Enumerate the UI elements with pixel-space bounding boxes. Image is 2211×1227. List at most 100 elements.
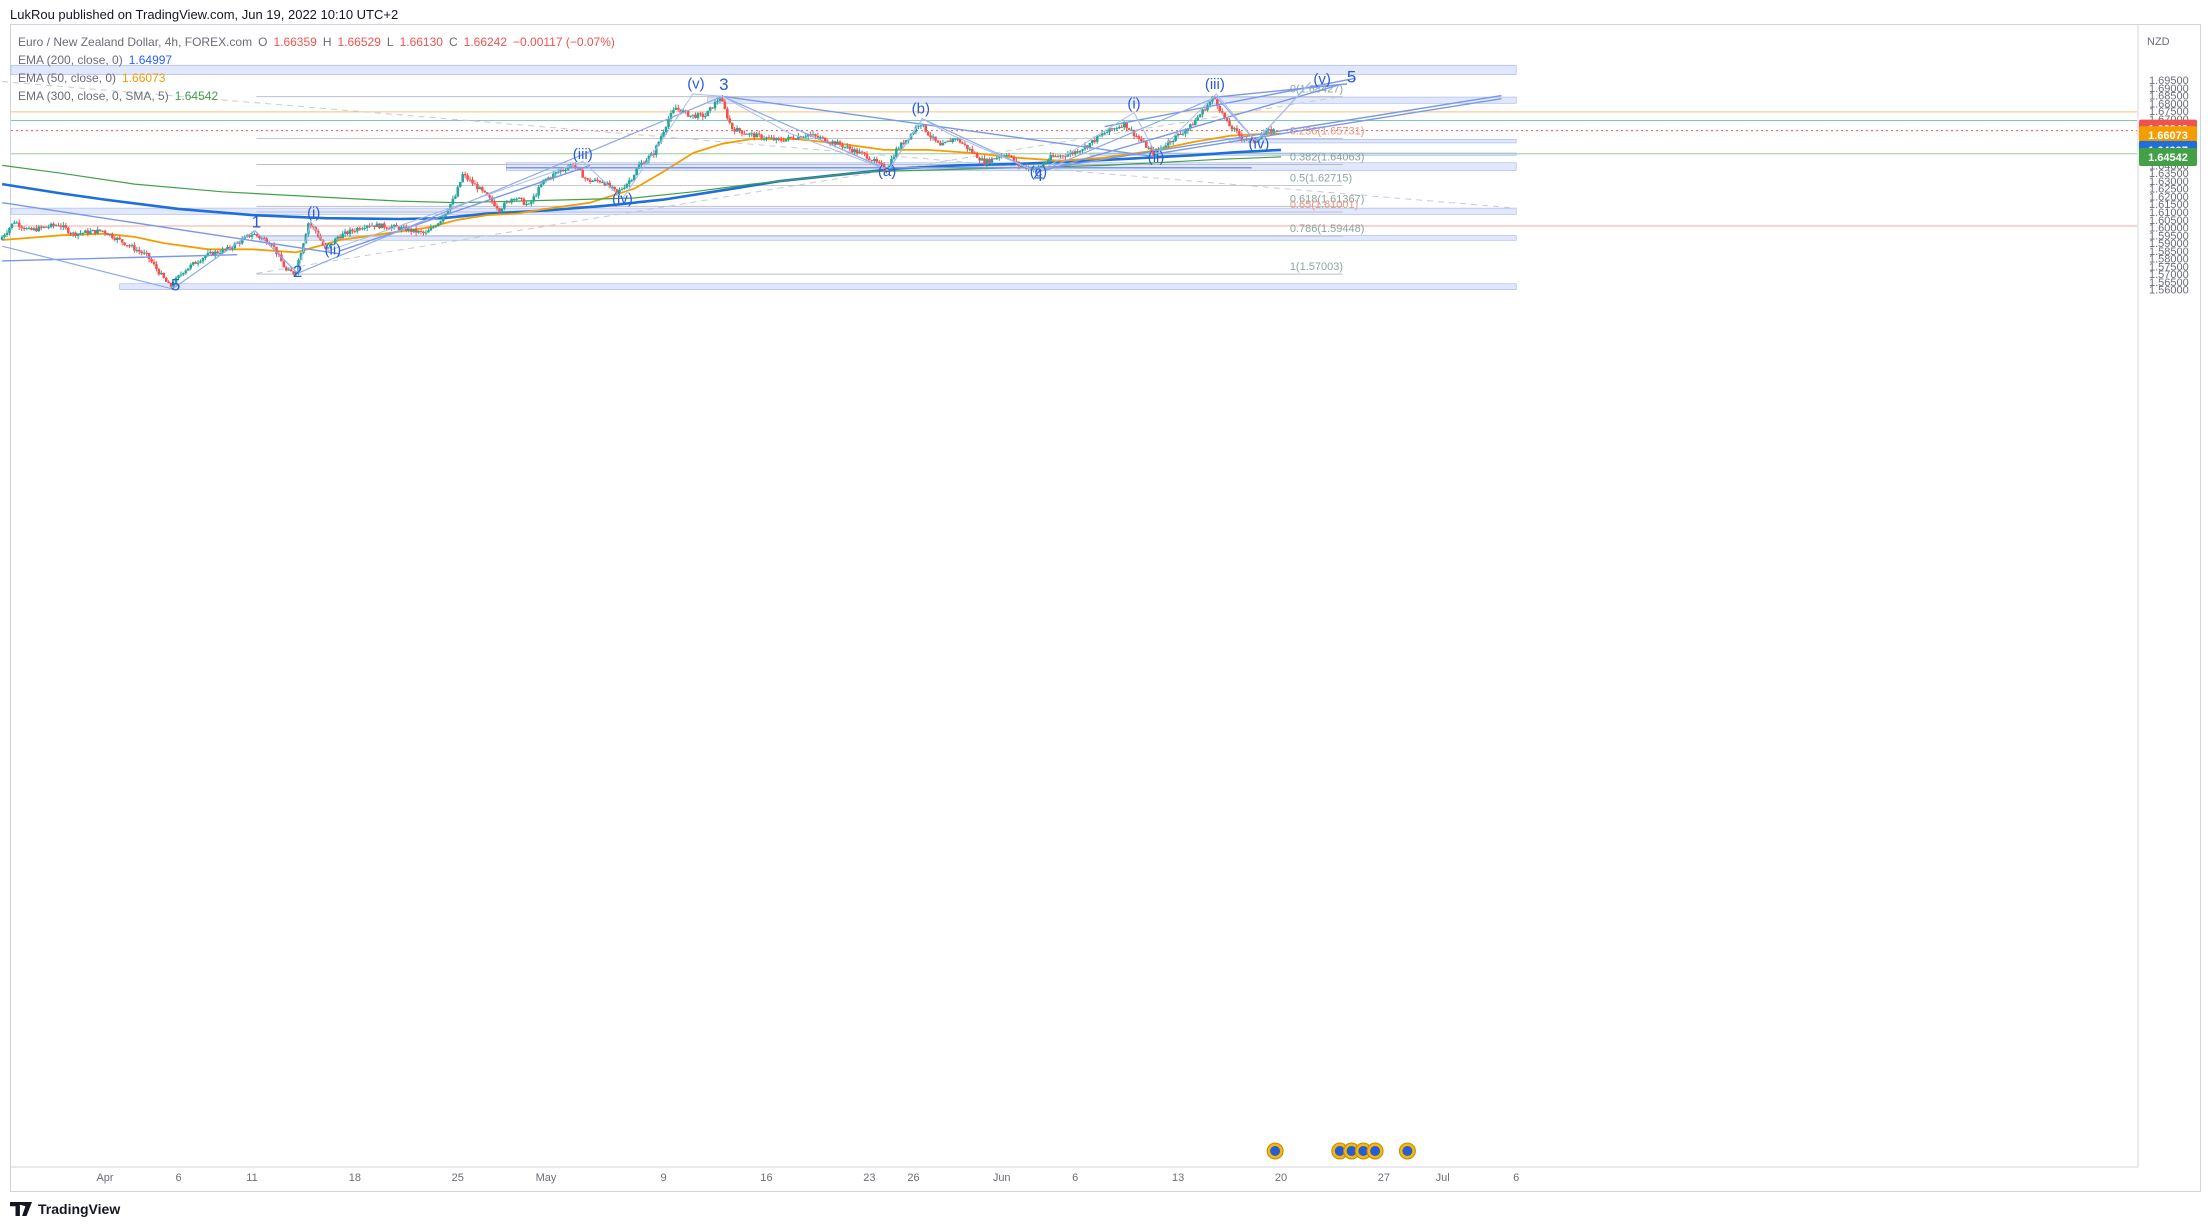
event-icon-inner-4 (1370, 1146, 1381, 1156)
time-tick-6: 9 (661, 1172, 667, 1184)
candle-body-431 (1056, 156, 1060, 158)
candle-body-195 (478, 187, 482, 190)
legend-ema200[interactable]: EMA (200, close, 0) 1.64997 (18, 51, 615, 69)
candle-body-393 (963, 143, 967, 145)
candle-body-207 (507, 201, 511, 203)
low-value: 1.66130 (399, 35, 443, 49)
candle-body-364 (892, 156, 896, 159)
candle-body-347 (850, 148, 854, 153)
candle-body-395 (968, 148, 972, 150)
time-tick-1: 6 (175, 1172, 181, 1184)
candle-body-318 (779, 139, 783, 141)
candle-body-493 (1208, 101, 1212, 106)
candle-body-390 (956, 138, 959, 140)
candle-body-430 (1054, 156, 1057, 158)
candle-body-356 (873, 158, 876, 161)
candle-body-321 (787, 136, 790, 140)
candle-body-9 (22, 227, 26, 230)
candle-body-78 (191, 262, 195, 265)
candle-body-178 (436, 223, 440, 227)
candle-body-345 (846, 146, 849, 148)
candle-body-206 (505, 201, 509, 203)
tradingview-footer[interactable]: TradingView (10, 1197, 120, 1221)
candle-body-168 (412, 228, 415, 232)
candle-body-349 (855, 149, 859, 154)
candle-body-275 (674, 107, 678, 111)
candle-body-103 (253, 234, 256, 236)
candle-body-274 (672, 110, 675, 114)
legend-ema50[interactable]: EMA (50, close, 0) 1.66073 (18, 69, 615, 87)
legend-ema300[interactable]: EMA (300, close, 0, SMA, 5) 1.64542 (18, 87, 615, 105)
candle-body-5 (13, 222, 16, 224)
wave-label-2: 2 (293, 262, 302, 281)
candle-body-227 (556, 171, 560, 173)
candle-body-465 (1140, 138, 1143, 142)
candle-body-20 (49, 223, 53, 227)
price-labels: 1.662421.660731.649971.64542 (2139, 119, 2197, 166)
candle-body-11 (27, 228, 31, 230)
candle-body-171 (419, 230, 423, 232)
candle-body-502 (1230, 126, 1234, 130)
candle-body-299 (733, 128, 736, 132)
time-tick-14: 27 (1378, 1172, 1390, 1184)
candle-body-166 (407, 228, 411, 232)
candle-body-157 (385, 227, 389, 229)
candle-body-28 (69, 233, 72, 235)
ema50-value: 1.66073 (122, 71, 166, 85)
candle-body-457 (1120, 126, 1124, 128)
candle-body-492 (1206, 105, 1209, 111)
candle-body-394 (966, 144, 969, 149)
candle-body-428 (1049, 155, 1052, 161)
candle-body-243 (596, 179, 599, 181)
price-chart[interactable]: 0(1.68427)0.236(1.65731)0.382(1.64063)0.… (0, 0, 2211, 1227)
candle-body-292 (716, 100, 719, 102)
candle-body-501 (1228, 121, 1231, 127)
candle-body-186 (456, 187, 460, 197)
candlesticks (0, 94, 1275, 289)
candle-body-276 (677, 107, 680, 110)
event-icon-inner-0 (1270, 1146, 1281, 1156)
candle-body-74 (182, 273, 185, 275)
time-axis: Apr 6 11 18 25 May 9 16 23 26 Jun 6 13 20 27 Jul 6 (11, 1166, 2138, 1184)
wave-label-9: (a) (878, 163, 896, 180)
candle-body-85 (209, 251, 212, 253)
candle-body-310 (760, 134, 763, 139)
candle-body-76 (187, 268, 190, 271)
candle-body-483 (1184, 130, 1187, 134)
open-label: O (258, 35, 268, 49)
candle-body-80 (196, 262, 200, 264)
candle-body-297 (728, 118, 732, 123)
wave-label-0: 5 (171, 275, 180, 294)
candle-body-315 (772, 137, 776, 141)
candle-body-36 (89, 231, 92, 234)
candle-body-219 (537, 187, 540, 196)
candle-body-438 (1073, 151, 1077, 155)
candle-body-288 (706, 110, 709, 117)
candle-body-482 (1181, 133, 1185, 135)
candle-body-170 (417, 230, 420, 233)
wave-label-1: 1 (252, 213, 261, 232)
candle-body-139 (341, 233, 344, 239)
candle-body-14 (35, 228, 38, 232)
time-tick-12: 13 (1172, 1172, 1184, 1184)
candle-body-280 (686, 110, 690, 117)
candle-body-351 (860, 151, 864, 153)
candle-body-184 (451, 198, 455, 205)
candle-body-331 (811, 134, 815, 136)
candle-body-53 (130, 245, 134, 247)
candle-body-176 (432, 226, 435, 228)
candle-body-138 (338, 236, 342, 239)
wave-label-14: (ii) (1148, 149, 1165, 166)
brand-name: TradingView (38, 1201, 121, 1217)
candle-body-368 (902, 142, 905, 144)
low-label: L (386, 35, 394, 49)
candle-body-480 (1176, 133, 1180, 136)
candle-body-46 (113, 238, 117, 240)
candle-body-379 (929, 135, 932, 138)
candle-body-486 (1191, 124, 1195, 126)
candle-body-97 (238, 242, 242, 244)
candle-body-25 (62, 225, 65, 228)
candle-body-411 (1007, 154, 1011, 156)
candle-body-287 (703, 116, 707, 118)
candle-body-301 (738, 128, 741, 132)
